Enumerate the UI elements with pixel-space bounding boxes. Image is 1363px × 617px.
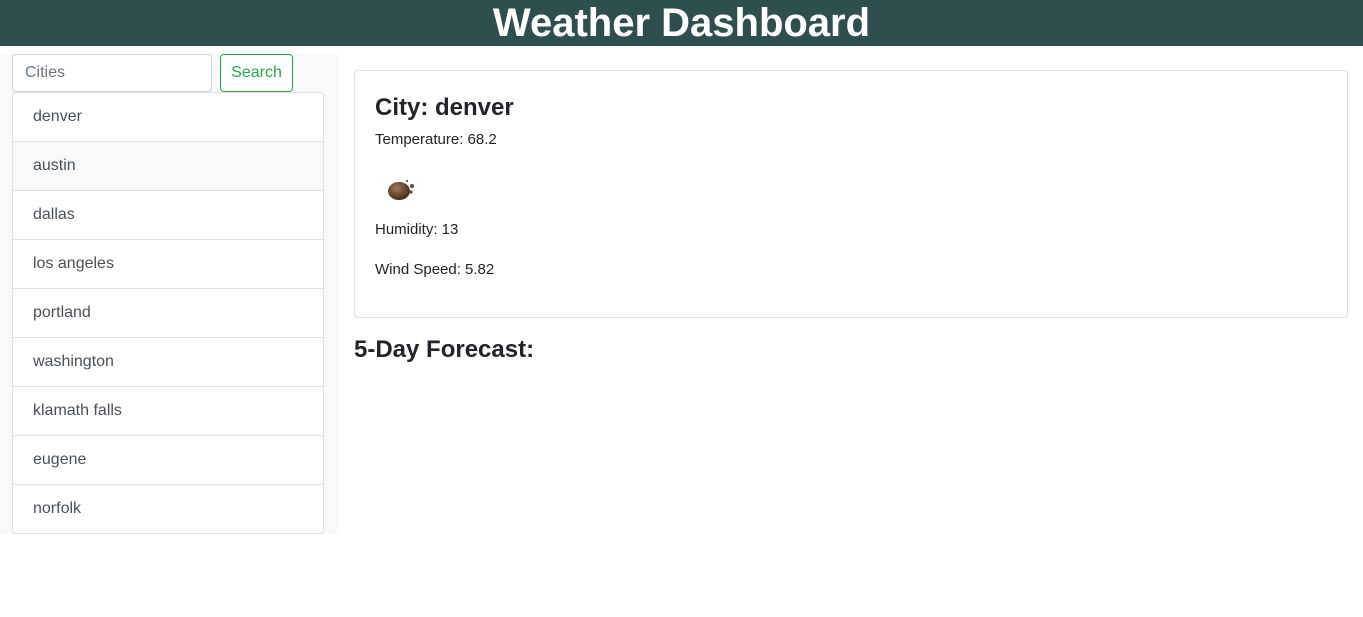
forecast-heading: 5-Day Forecast: xyxy=(354,336,535,363)
app-header: Weather Dashboard xyxy=(0,0,1363,46)
current-city-title: City: denver xyxy=(375,94,514,121)
sidebar: Search denver austin dallas los angeles … xyxy=(0,54,339,534)
search-button[interactable]: Search xyxy=(220,54,293,92)
city-item-washington[interactable]: washington xyxy=(13,338,323,387)
city-item-austin[interactable]: austin xyxy=(13,142,323,191)
city-item-norfolk[interactable]: norfolk xyxy=(13,485,323,533)
city-history-list: denver austin dallas los angeles portlan… xyxy=(12,92,324,534)
city-item-dallas[interactable]: dallas xyxy=(13,191,323,240)
page-title: Weather Dashboard xyxy=(492,1,871,45)
city-item-klamath-falls[interactable]: klamath falls xyxy=(13,387,323,436)
dust-haze-icon xyxy=(388,179,414,200)
city-item-eugene[interactable]: eugene xyxy=(13,436,323,485)
current-weather-card: City: denver Temperature: 68.2 Humidity:… xyxy=(354,70,1348,318)
temperature-text: Temperature: 68.2 xyxy=(375,131,497,148)
humidity-text: Humidity: 13 xyxy=(375,221,459,238)
city-search-input[interactable] xyxy=(12,54,212,92)
city-item-los-angeles[interactable]: los angeles xyxy=(13,240,323,289)
city-item-portland[interactable]: portland xyxy=(13,289,323,338)
city-item-denver[interactable]: denver xyxy=(13,93,323,142)
wind-speed-text: Wind Speed: 5.82 xyxy=(375,261,495,278)
